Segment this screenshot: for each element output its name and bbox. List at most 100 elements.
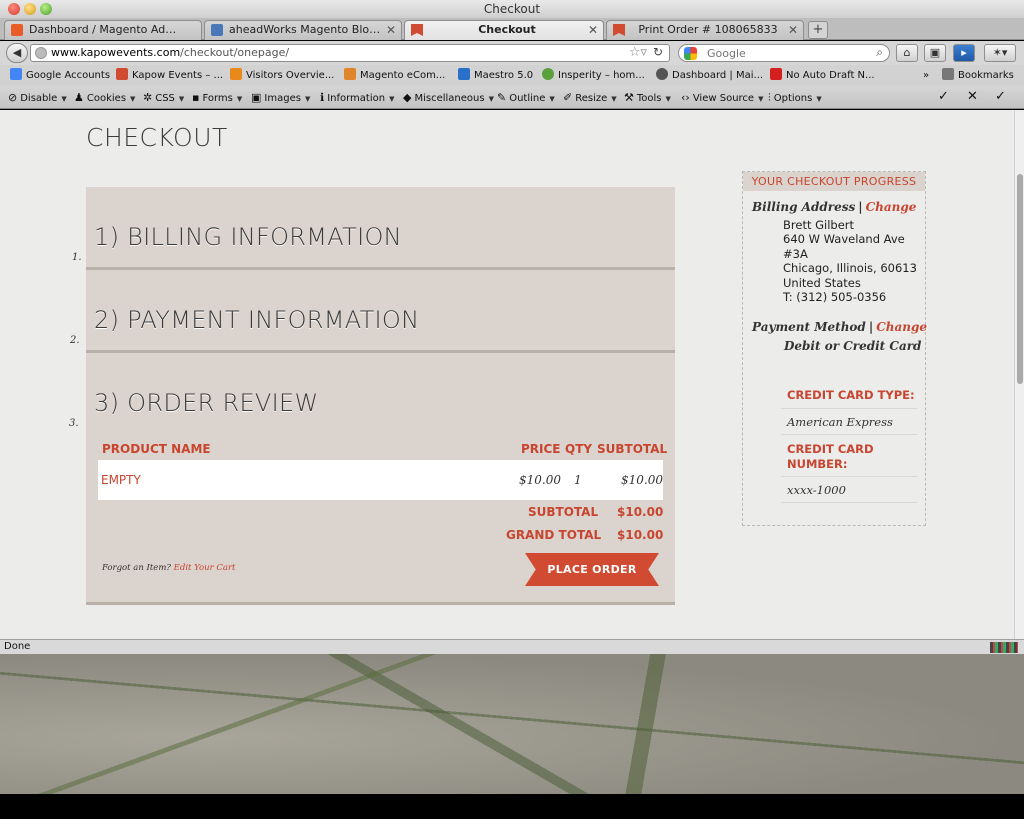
close-window-button[interactable] <box>8 3 20 15</box>
devbar-information[interactable]: ℹ Information ▼ <box>320 90 394 106</box>
bookmark-insperity[interactable]: Insperity – hom... <box>542 68 645 84</box>
images-icon: ▣ <box>251 91 262 104</box>
step-payment-title[interactable]: 2) PAYMENT INFORMATION <box>94 306 419 334</box>
step-billing-title[interactable]: 1) BILLING INFORMATION <box>94 223 402 251</box>
miscellaneous-icon: ◆ <box>403 91 412 104</box>
grand-total-value: $10.00 <box>617 528 664 542</box>
url-text: www.kapowevents.com/checkout/onepage/ <box>51 46 290 59</box>
bookmarks-menu[interactable]: Bookmarks <box>942 68 1014 84</box>
tools-icon: ⚒ <box>624 91 634 104</box>
edit-cart-link[interactable]: Edit Your Cart <box>174 563 236 573</box>
url-bar[interactable]: www.kapowevents.com/checkout/onepage/ ☆▿… <box>30 44 670 62</box>
analytics-icon <box>230 68 242 80</box>
address-line: Chicago, Illinois, 60613 <box>783 261 917 275</box>
bookmark-no-auto-draft[interactable]: No Auto Draft N... <box>770 68 875 84</box>
divider <box>86 267 675 270</box>
divider <box>86 602 675 605</box>
grand-total-label: GRAND TOTAL <box>506 528 602 542</box>
search-input[interactable] <box>707 45 857 61</box>
devbar-view-source[interactable]: ‹› View Source ▼ <box>681 90 763 106</box>
change-payment-link[interactable]: Change <box>876 320 927 334</box>
devbar-miscellaneous[interactable]: ◆ Miscellaneous ▼ <box>403 90 494 106</box>
checkout-progress-sidebar: YOUR CHECKOUT PROGRESS Billing Address | C… <box>742 171 927 526</box>
status-addon-icons[interactable] <box>990 642 1018 653</box>
bookmarks-overflow-chevron-icon[interactable]: » <box>923 68 929 84</box>
vertical-scrollbar[interactable] <box>1014 110 1024 639</box>
tab-print-order[interactable]: Print Order # 108065833 ✕ <box>606 20 804 40</box>
status-bar: Done <box>0 639 1024 654</box>
scrollbar-thumb[interactable] <box>1017 174 1023 384</box>
search-box[interactable]: ⌕ <box>678 44 890 62</box>
kapow-favicon-icon <box>613 24 625 36</box>
close-tab-icon[interactable]: ✕ <box>588 21 598 39</box>
tab-strip: Dashboard / Magento Admin aheadWorks Mag… <box>0 18 1024 40</box>
devbar-tools[interactable]: ⚒ Tools ▼ <box>624 90 671 106</box>
magento-icon <box>344 68 356 80</box>
reload-icon[interactable]: ↻ <box>653 45 663 59</box>
extension-icon[interactable]: ▸ <box>953 44 975 62</box>
kapow-flag-icon <box>116 68 128 80</box>
progress-heading: YOUR CHECKOUT PROGRESS <box>743 172 925 191</box>
devbar-images[interactable]: ▣ Images ▼ <box>251 90 310 106</box>
forms-icon: ▪ <box>192 91 200 104</box>
bookmark-dashboard-mail[interactable]: Dashboard | Mai... <box>656 68 763 84</box>
subtotal-cell: $10.00 <box>621 473 663 487</box>
bookmark-google-accounts[interactable]: Google Accounts <box>10 68 110 84</box>
tab-checkout[interactable]: Checkout ✕ <box>404 20 604 40</box>
product-name-cell: EMPTY <box>101 473 141 487</box>
home-icon[interactable]: ⌂ <box>896 44 918 62</box>
page-title: CHECKOUT <box>86 123 228 152</box>
devbar-forms[interactable]: ▪ Forms ▼ <box>192 90 242 106</box>
search-icon[interactable]: ⌕ <box>876 45 883 60</box>
magento-favicon-icon <box>11 24 23 36</box>
close-tab-icon[interactable]: ✕ <box>788 21 798 39</box>
divider <box>781 476 917 477</box>
devbar-options[interactable]: ⫶ Options ▼ <box>768 90 822 106</box>
checkmark-icon[interactable]: ✓ <box>995 89 1006 104</box>
bookmark-star-icon[interactable]: ☆▿ <box>629 45 647 60</box>
column-header-subtotal: SUBTOTAL <box>597 442 668 456</box>
google-g-icon <box>10 68 22 80</box>
cookies-icon: ♟ <box>74 91 84 104</box>
devbar-disable[interactable]: ⊘ Disable ▼ <box>8 90 67 106</box>
tab-label: Print Order # 108065833 <box>638 23 778 36</box>
step-review-title: 3) ORDER REVIEW <box>94 389 319 417</box>
desktop-bottom-edge <box>0 794 1024 819</box>
devbar-css[interactable]: ✲ CSS ▼ <box>143 90 184 106</box>
page-info-icon[interactable]: ▣ <box>924 44 946 62</box>
bookmark-maestro[interactable]: Maestro 5.0 <box>458 68 533 84</box>
bookmark-kapow-events[interactable]: Kapow Events – ... <box>116 68 223 84</box>
subtotal-value: $10.00 <box>617 505 664 519</box>
tools-menu-icon[interactable]: ✶▾ <box>984 44 1016 62</box>
checkmark-icon[interactable]: ✓ <box>938 89 949 104</box>
divider <box>86 350 675 353</box>
new-tab-button[interactable]: + <box>808 21 828 39</box>
tab-magento-admin[interactable]: Dashboard / Magento Admin <box>4 20 202 40</box>
zoom-window-button[interactable] <box>40 3 52 15</box>
step-number: 3. <box>69 418 79 429</box>
bookmark-visitors-overview[interactable]: Visitors Overvie... <box>230 68 334 84</box>
back-button[interactable]: ◀ <box>6 43 28 63</box>
change-billing-link[interactable]: Change <box>866 200 917 214</box>
close-icon[interactable]: ✕ <box>967 89 978 104</box>
wordpress-favicon-icon <box>211 24 223 36</box>
information-icon: ℹ <box>320 91 325 104</box>
price-cell: $10.00 <box>519 473 561 487</box>
navigation-bar: ◀ www.kapowevents.com/checkout/onepage/ … <box>0 41 1024 65</box>
tab-label: Checkout <box>478 23 536 36</box>
e-icon <box>770 68 782 80</box>
bookmark-magento-ecom[interactable]: Magento eCom... <box>344 68 445 84</box>
address-line: #3A <box>783 247 808 261</box>
forgot-item-text: Forgot an Item? Edit Your Cart <box>102 563 236 573</box>
minimize-window-button[interactable] <box>24 3 36 15</box>
google-search-engine-icon[interactable] <box>684 47 697 60</box>
tab-label: Dashboard / Magento Admin <box>29 23 183 36</box>
globe-icon <box>35 47 47 59</box>
place-order-button[interactable]: PLACE ORDER <box>525 553 659 586</box>
devbar-cookies[interactable]: ♟ Cookies ▼ <box>74 90 135 106</box>
devbar-outline[interactable]: ✎ Outline ▼ <box>497 90 555 106</box>
close-tab-icon[interactable]: ✕ <box>386 21 396 39</box>
tab-aheadworks-blog[interactable]: aheadWorks Magento Blog » We... ✕ <box>204 20 402 40</box>
devbar-resize[interactable]: ✐ Resize ▼ <box>563 90 617 106</box>
cc-number-label: CREDIT CARD <box>787 442 874 456</box>
